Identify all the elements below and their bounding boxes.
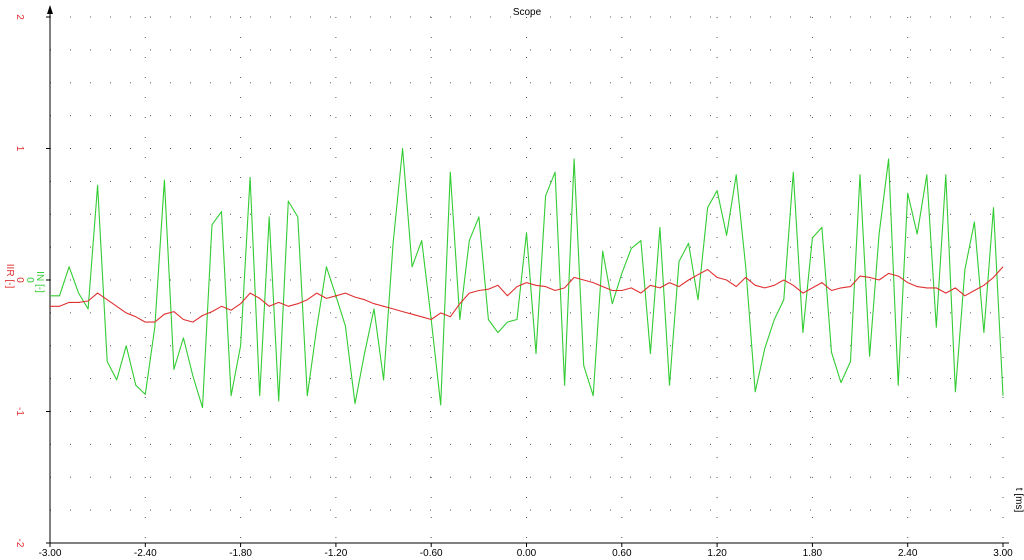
- y-axis-label-in: IN [-]: [34, 271, 45, 293]
- y-axis-label-iir: IIR [-]: [4, 264, 15, 289]
- y-tick-label-iir: -1: [14, 407, 25, 416]
- y-tick-label-iir: 2: [14, 14, 25, 20]
- x-tick-label: -1.80: [229, 548, 252, 559]
- chart-title: Scope: [513, 7, 542, 18]
- x-tick-label: 1.20: [707, 548, 727, 559]
- x-tick-label: 0.00: [517, 548, 537, 559]
- x-tick-label: 3.00: [993, 548, 1013, 559]
- x-tick-label: -2.40: [134, 548, 157, 559]
- x-tick-label: 1.80: [803, 548, 823, 559]
- y-tick-label-in: 0: [24, 277, 35, 283]
- x-tick-label: -0.60: [420, 548, 443, 559]
- x-tick-label: 2.40: [898, 548, 918, 559]
- y-tick-label-iir: -2: [14, 539, 25, 548]
- scope-chart: Scope t [ms] -3.00 -2.40 -1.80 -1.20 -0.60 0.…: [0, 0, 1024, 560]
- y-tick-label-iir: 1: [14, 146, 25, 152]
- x-tick-label: -3.00: [39, 548, 62, 559]
- x-tick-label: 0.60: [612, 548, 632, 559]
- x-tick-label: -1.20: [325, 548, 348, 559]
- x-axis-label: t [ms]: [1013, 488, 1024, 513]
